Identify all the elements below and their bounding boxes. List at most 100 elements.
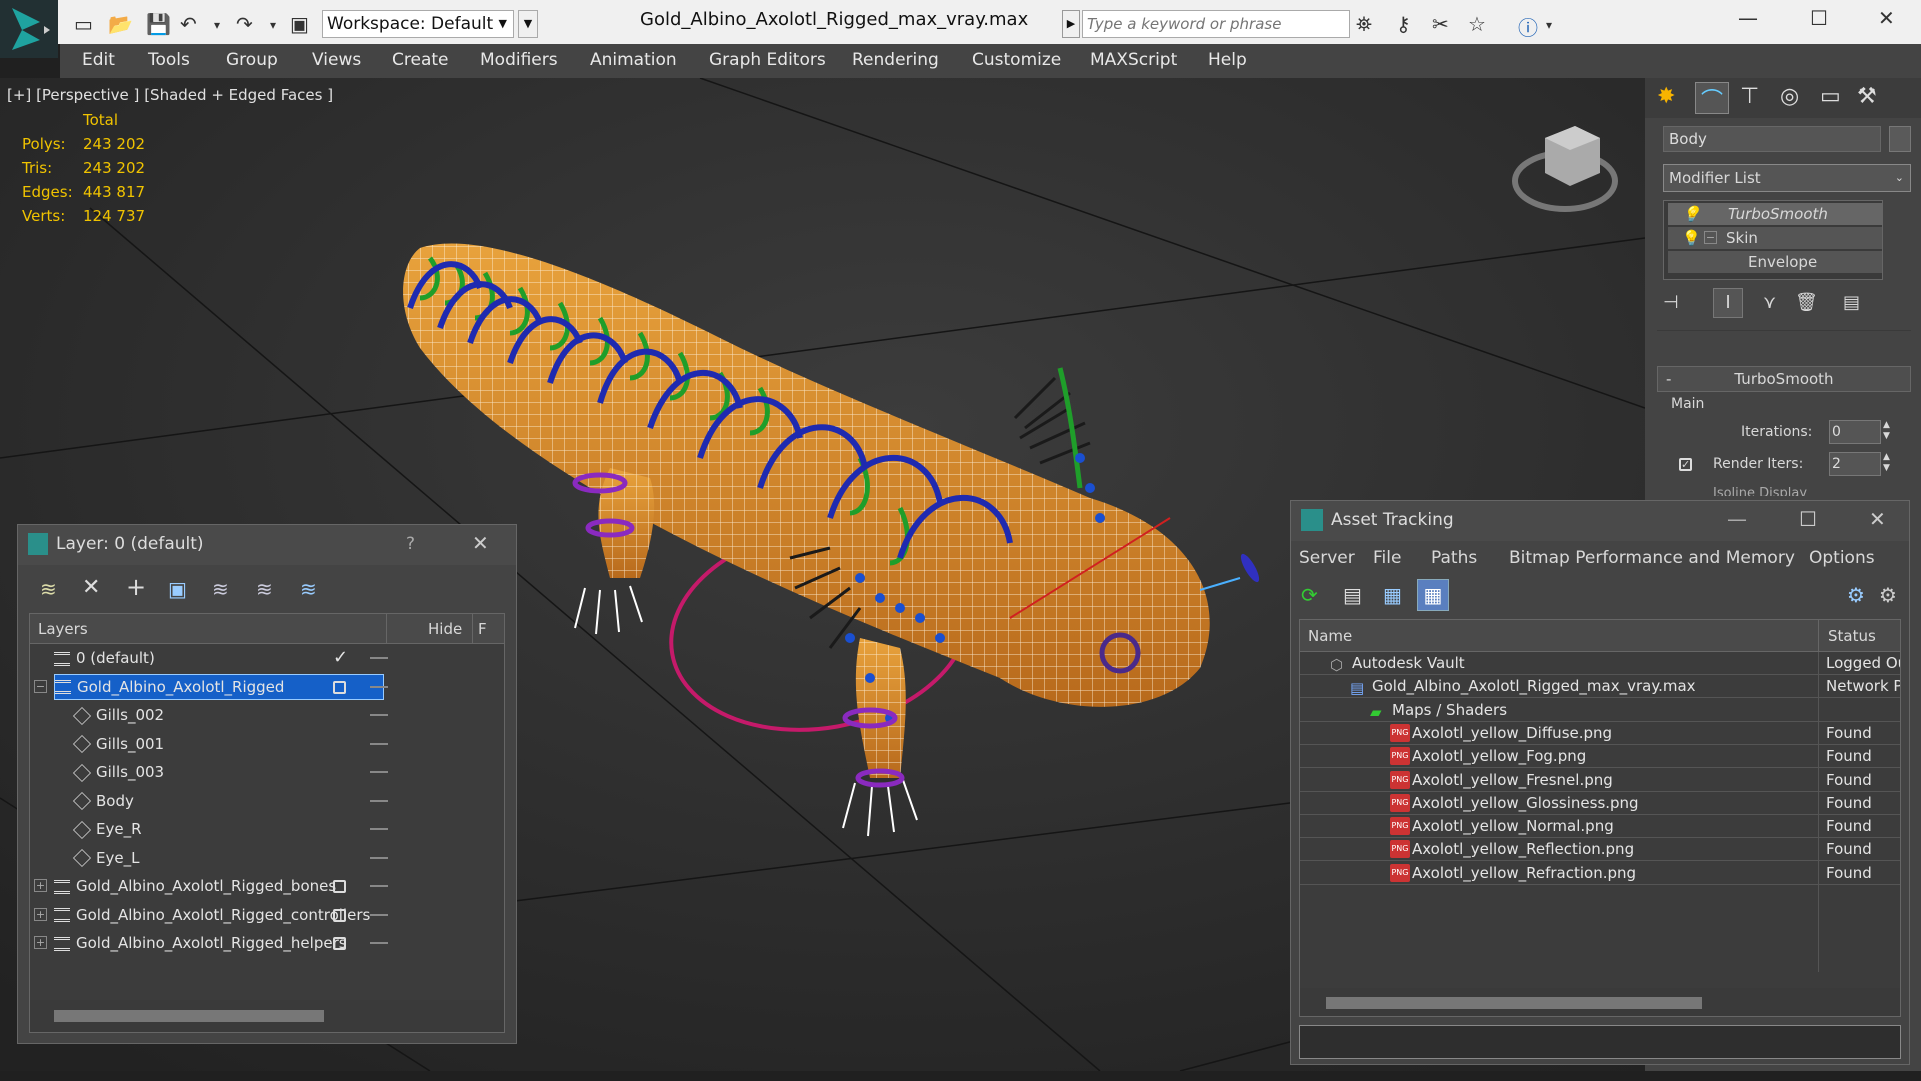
menu-help[interactable]: Help	[1208, 50, 1247, 70]
asset-row[interactable]: PNG Axolotl_yellow_Fresnel.png Found	[1300, 769, 1900, 792]
hide-toggle[interactable]	[370, 771, 388, 773]
show-end-result-icon[interactable]: I	[1713, 288, 1743, 318]
scrollbar-thumb[interactable]	[1326, 997, 1702, 1009]
remove-modifier-icon[interactable]: 🗑	[1795, 292, 1818, 313]
workspace-dropdown[interactable]: Workspace: Default ▼	[322, 10, 514, 38]
layer-row[interactable]: 0 (default) ✓	[30, 644, 504, 672]
menu-rendering[interactable]: Rendering	[852, 50, 939, 70]
help-button[interactable]: ?	[406, 534, 415, 554]
asset-row[interactable]: ⬡ Autodesk Vault Logged Ou	[1300, 652, 1900, 675]
lightbulb-icon[interactable]: 💡	[1682, 227, 1701, 249]
asset-row[interactable]: ▤ Gold_Albino_Axolotl_Rigged_max_vray.max…	[1300, 675, 1900, 699]
new-file-icon[interactable]: ▭	[74, 12, 93, 36]
workspace-menu-button[interactable]: ▼	[518, 10, 538, 38]
hide-toggle[interactable]	[370, 913, 388, 916]
iterations-spinner[interactable]	[1829, 420, 1881, 444]
undo-icon[interactable]: ↶	[180, 12, 197, 36]
delete-layer-icon[interactable]: ✕	[82, 575, 100, 600]
rollout-header[interactable]: - TurboSmooth	[1657, 366, 1911, 392]
expand-icon[interactable]: +	[34, 907, 47, 921]
redo-icon[interactable]: ↷	[236, 12, 253, 36]
menu-paths[interactable]: Paths	[1431, 548, 1477, 568]
lightbulb-icon[interactable]: 💡	[1682, 203, 1701, 225]
modifier-list-dropdown[interactable]: Modifier List ⌄	[1663, 164, 1911, 192]
stack-item-turbosmooth[interactable]: 💡 TurboSmooth	[1668, 203, 1882, 225]
hide-toggle[interactable]	[370, 742, 388, 745]
layer-row[interactable]: Gills_002	[30, 701, 504, 729]
menu-maxscript[interactable]: MAXScript	[1090, 50, 1177, 70]
search-input[interactable]	[1082, 10, 1350, 38]
layer-row[interactable]: + Gold_Albino_Axolotl_Rigged_helpers	[30, 929, 504, 957]
close-icon[interactable]: ✕	[1878, 6, 1895, 30]
asset-row[interactable]: PNG Axolotl_yellow_Fog.png Found	[1300, 745, 1900, 769]
utilities-tab-icon[interactable]: ⚒	[1857, 84, 1877, 109]
object-name-field[interactable]	[1663, 126, 1881, 152]
maximize-icon[interactable]: ☐	[1810, 6, 1828, 30]
asset-row[interactable]: PNG Axolotl_yellow_Refraction.png Found	[1300, 862, 1900, 885]
search-expand-button[interactable]: ▶	[1062, 10, 1080, 38]
layer-row[interactable]: Body	[30, 787, 504, 815]
key-icon[interactable]: ⚷	[1396, 12, 1411, 36]
tools-icon[interactable]: ✂	[1432, 12, 1449, 36]
undo-dropdown-icon[interactable]: ▾	[214, 18, 220, 32]
minimize-icon[interactable]: —	[1738, 6, 1758, 30]
menu-edit[interactable]: Edit	[82, 50, 115, 70]
help-dropdown-icon[interactable]: ▾	[1546, 18, 1552, 32]
viewport-view-menu[interactable]: [Perspective ]	[36, 86, 139, 104]
scrollbar-thumb[interactable]	[54, 1010, 324, 1022]
menu-modifiers[interactable]: Modifiers	[480, 50, 558, 70]
menu-bitmap-performance[interactable]: Bitmap Performance and Memory	[1509, 548, 1795, 568]
stack-item-skin[interactable]: 💡 − Skin	[1668, 227, 1882, 249]
asset-path-field[interactable]	[1299, 1025, 1901, 1059]
highlight-layer-icon[interactable]: ≋	[212, 577, 229, 601]
layer-row[interactable]: Eye_R	[30, 815, 504, 843]
menu-options[interactable]: Options	[1809, 548, 1875, 568]
refresh-icon[interactable]: ⟳	[1301, 583, 1318, 607]
layer-row[interactable]: Eye_L	[30, 844, 504, 872]
layer-window-titlebar[interactable]: Layer: 0 (default) ? ✕	[18, 525, 516, 565]
create-tab-icon[interactable]: ✸	[1657, 84, 1675, 109]
spinner-arrows-icon[interactable]: ▲ ▼	[1883, 452, 1890, 474]
collapse-icon[interactable]: −	[34, 679, 47, 693]
make-unique-icon[interactable]: ⋎	[1763, 292, 1776, 313]
col-name[interactable]: Name	[1308, 627, 1352, 645]
viewport-plus-menu[interactable]: [+]	[7, 86, 31, 104]
layer-row[interactable]: − Gold_Albino_Axolotl_Rigged	[30, 673, 504, 701]
star-icon[interactable]: ☆	[1468, 12, 1486, 36]
asset-window-titlebar[interactable]: Asset Tracking — ☐ ✕	[1291, 501, 1909, 541]
hide-toggle[interactable]	[370, 714, 388, 716]
close-icon[interactable]: ✕	[472, 531, 489, 555]
pin-stack-icon[interactable]: ⊣	[1663, 292, 1679, 313]
hierarchy-tab-icon[interactable]: ⊤	[1740, 84, 1759, 109]
select-objects-icon[interactable]: ▣	[168, 577, 187, 601]
menu-group[interactable]: Group	[226, 50, 278, 70]
layer-row[interactable]: + Gold_Albino_Axolotl_Rigged_controllers	[30, 901, 504, 929]
col-freeze[interactable]: F	[478, 620, 486, 638]
vault-settings-icon[interactable]: ⚙	[1879, 583, 1897, 607]
col-hide[interactable]: Hide	[428, 620, 462, 638]
render-iters-checkbox[interactable]: ✓	[1679, 458, 1692, 471]
menu-graph-editors[interactable]: Graph Editors	[709, 50, 826, 70]
collapse-icon[interactable]: −	[1704, 231, 1717, 244]
expand-icon[interactable]: +	[34, 879, 47, 892]
hide-toggle[interactable]	[370, 856, 388, 859]
hide-toggle[interactable]	[370, 657, 388, 659]
binoculars-icon[interactable]: ⛯	[1356, 12, 1372, 36]
app-logo[interactable]	[0, 0, 58, 58]
close-icon[interactable]: ✕	[1869, 507, 1886, 531]
active-layer-checkmark-icon[interactable]: ✓	[333, 644, 348, 672]
hide-toggle[interactable]	[370, 828, 388, 830]
asset-row[interactable]: PNG Axolotl_yellow_Normal.png Found	[1300, 815, 1900, 839]
hide-toggle[interactable]	[370, 799, 388, 802]
minimize-icon[interactable]: —	[1727, 507, 1747, 531]
list-view-icon[interactable]: ▤	[1343, 583, 1362, 607]
active-layer-checkbox[interactable]	[333, 680, 346, 694]
display-tab-icon[interactable]: ▭	[1820, 84, 1841, 109]
asset-row[interactable]: ▰ Maps / Shaders	[1300, 699, 1900, 722]
viewport-shading-menu[interactable]: [Shaded + Edged Faces ]	[144, 86, 333, 104]
col-layers[interactable]: Layers	[38, 620, 88, 638]
layer-row[interactable]: Gills_001	[30, 730, 504, 758]
new-layer-icon[interactable]: ≋	[40, 577, 57, 601]
redo-dropdown-icon[interactable]: ▾	[270, 18, 276, 32]
menu-server[interactable]: Server	[1299, 548, 1355, 568]
